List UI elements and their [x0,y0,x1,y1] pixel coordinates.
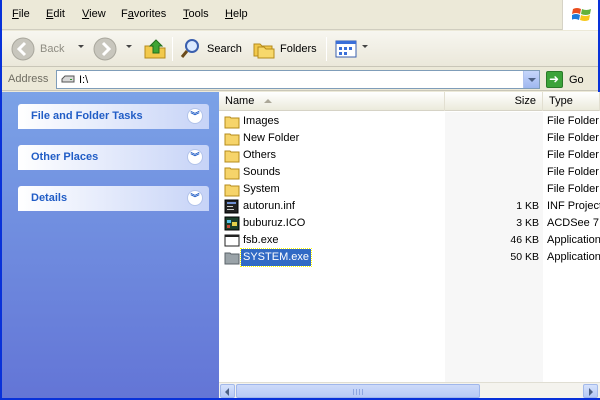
folder-icon [224,133,240,146]
views-icon [335,40,357,58]
forward-arrow-icon [93,37,117,61]
forward-button[interactable] [92,35,118,63]
file-list: Name Size Type Images File Folder New Fo… [219,92,600,398]
other-places-panel[interactable]: Other Places ︾ [18,145,209,170]
forward-dropdown-icon[interactable] [126,45,132,48]
explorer-window: File Edit View Favorites Tools Help Back [0,0,600,400]
folder-icon [224,184,240,197]
file-folder-tasks-panel[interactable]: File and Folder Tasks ︾ [18,104,209,129]
scroll-grip [353,389,363,395]
task-pane: File and Folder Tasks ︾ Other Places ︾ D… [2,92,219,398]
column-header-name[interactable]: Name [219,92,445,111]
menu-favorites[interactable]: Favorites [121,8,166,20]
up-folder-button[interactable] [142,35,168,63]
list-item[interactable]: System File Folder [219,181,600,198]
chevron-down-icon[interactable]: ︾ [187,190,203,206]
up-folder-icon [144,39,166,59]
standard-toolbar: Back Search Folders [2,31,598,67]
column-header-size[interactable]: Size [445,92,543,111]
folders-icon [253,43,275,59]
folders-button[interactable]: Folders [252,35,317,63]
address-bar: Address I:\ Go [2,68,598,91]
list-header: Name Size Type [219,92,600,111]
windows-logo-icon [562,0,598,30]
scroll-left-button[interactable] [220,384,235,398]
toolbar-separator [326,37,327,61]
list-item[interactable]: New Folder File Folder [219,130,600,147]
views-button[interactable] [334,35,358,63]
search-button[interactable]: Search [179,35,242,63]
inf-file-icon [224,199,239,214]
folder-icon [224,150,240,163]
menu-view[interactable]: View [82,8,106,20]
back-button[interactable]: Back [10,35,64,63]
scroll-thumb[interactable] [236,384,480,398]
search-icon [180,39,199,58]
column-header-type[interactable]: Type [543,92,600,111]
folder-icon [224,167,240,180]
list-item[interactable]: fsb.exe 46 KB Application [219,232,600,249]
list-item[interactable]: Images File Folder [219,113,600,130]
back-dropdown-icon[interactable] [78,45,84,48]
ico-file-icon [224,216,240,231]
menu-edit[interactable]: Edit [46,8,65,20]
go-button[interactable]: Go [546,70,584,89]
list-item[interactable]: autorun.inf 1 KB INF Project [219,198,600,215]
chevron-down-icon[interactable]: ︾ [187,108,203,124]
address-input[interactable]: I:\ [56,70,540,89]
address-value: I:\ [79,74,89,86]
list-item[interactable]: SYSTEM.exe 50 KB Application [219,248,600,267]
removable-drive-icon [61,75,75,83]
list-item[interactable]: Others File Folder [219,147,600,164]
menu-help[interactable]: Help [225,8,248,20]
back-arrow-icon [11,37,35,61]
menu-file[interactable]: File [12,8,30,20]
exe-file-icon [224,234,240,247]
chevron-down-icon[interactable]: ︾ [187,149,203,165]
menu-tools[interactable]: Tools [183,8,209,20]
go-arrow-icon [546,71,563,88]
folder-icon [224,116,240,129]
address-label: Address [8,73,49,85]
views-dropdown-icon[interactable] [362,45,368,48]
menu-bar: File Edit View Favorites Tools Help [2,0,598,30]
address-dropdown-button[interactable] [523,71,539,88]
list-item[interactable]: Sounds File Folder [219,164,600,181]
horizontal-scrollbar[interactable] [219,382,600,398]
details-panel[interactable]: Details ︾ [18,186,209,211]
list-item[interactable]: buburuz.ICO 3 KB ACDSee 7 [219,215,600,232]
sort-ascending-icon [264,99,273,104]
toolbar-separator [172,37,173,61]
folder-exe-icon [224,252,240,265]
scroll-right-button[interactable] [583,384,598,398]
